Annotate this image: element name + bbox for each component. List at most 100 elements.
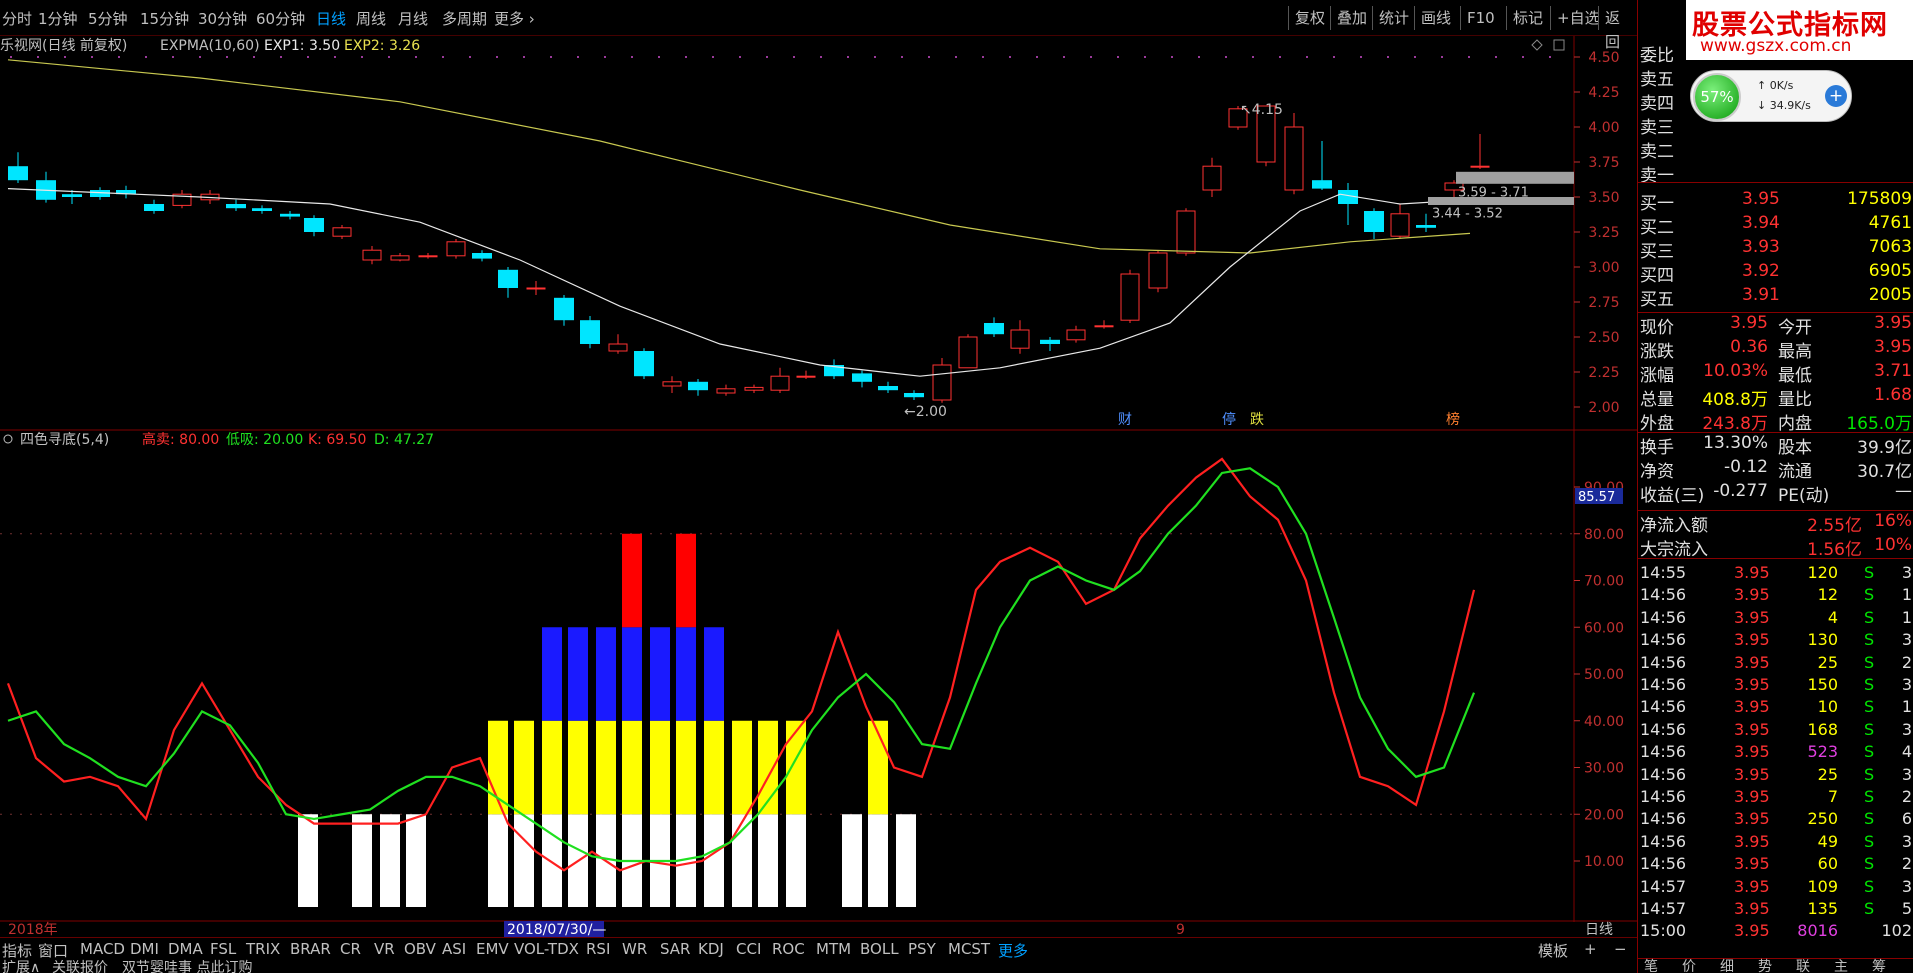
panel-tab-5[interactable]: 主 bbox=[1834, 956, 1848, 973]
tick-row: 14:56 3.95 7 S 2 bbox=[1638, 786, 1913, 810]
candlestick bbox=[1338, 183, 1358, 225]
tick-row: 14:56 3.95 130 S 3 bbox=[1638, 629, 1913, 653]
event-marker[interactable]: 跌 bbox=[1250, 412, 1264, 428]
diamond-icon[interactable] bbox=[1531, 39, 1543, 51]
toolbar-button-1[interactable]: 叠加 bbox=[1330, 6, 1373, 30]
panel-tab-2[interactable]: 细 bbox=[1720, 956, 1734, 973]
panel-tab-6[interactable]: 筹 bbox=[1872, 956, 1886, 973]
exp1-label: EXP1: 3.50 bbox=[264, 38, 340, 54]
candlestick bbox=[1040, 337, 1060, 351]
indicator-tab-2[interactable]: MACD bbox=[80, 940, 125, 958]
panel-tab-4[interactable]: 联 bbox=[1796, 956, 1810, 973]
buy-row: 买二 3.94 4761 bbox=[1638, 212, 1913, 238]
period-tab-1[interactable]: 1分钟 bbox=[38, 8, 78, 29]
indicator-tab-12[interactable]: EMV bbox=[476, 940, 509, 958]
toolbar-button-5[interactable]: 标记 bbox=[1506, 6, 1549, 30]
indicator-tab-13[interactable]: VOL-TDX bbox=[514, 940, 579, 958]
four-color-column bbox=[896, 814, 916, 907]
tick-side: S bbox=[1864, 675, 1875, 694]
indicator-tab-23[interactable]: MCST bbox=[948, 940, 990, 958]
four-color-column bbox=[298, 814, 318, 907]
tick-count: 3 bbox=[1901, 630, 1912, 650]
indicator-tab-7[interactable]: BRAR bbox=[290, 940, 331, 958]
toolbar-button-0[interactable]: 复权 bbox=[1288, 6, 1331, 30]
period-tab-3[interactable]: 15分钟 bbox=[140, 8, 189, 29]
period-tab-7[interactable]: 周线 bbox=[356, 8, 386, 29]
indicator-tab-11[interactable]: ASI bbox=[442, 940, 466, 958]
indicator-tab-6[interactable]: TRIX bbox=[246, 940, 280, 958]
indicator-tab-24[interactable]: 更多 bbox=[998, 940, 1028, 961]
quote-value: 243.8万 bbox=[1702, 414, 1768, 434]
collapse-icon[interactable] bbox=[3, 434, 13, 444]
candlestick bbox=[304, 215, 324, 237]
toolbar-button-7[interactable]: 返回 bbox=[1598, 6, 1637, 51]
tick-row: 15:00 3.95 8016 102 bbox=[1638, 920, 1913, 944]
period-label: 日线 bbox=[1585, 922, 1613, 937]
indicator-tab-9[interactable]: VR bbox=[374, 940, 395, 958]
candlestick bbox=[8, 152, 28, 183]
quote-value: 30.7亿 bbox=[1857, 462, 1912, 482]
sub-axis-label: 30.00 bbox=[1584, 761, 1624, 777]
period-tab-4[interactable]: 30分钟 bbox=[198, 8, 247, 29]
indicator-tab-18[interactable]: CCI bbox=[736, 940, 761, 958]
indicator-tab-8[interactable]: CR bbox=[340, 940, 361, 958]
network-speed-widget[interactable]: 57% ↑ 0K/s ↓ 34.9K/s + bbox=[1690, 70, 1852, 122]
period-tab-8[interactable]: 月线 bbox=[398, 8, 428, 29]
price-axis-label: 2.25 bbox=[1588, 365, 1619, 381]
panel-tab-0[interactable]: 笔 bbox=[1644, 956, 1658, 973]
indicator-tab-21[interactable]: BOLL bbox=[860, 940, 899, 958]
event-marker[interactable]: 榜 bbox=[1446, 411, 1460, 428]
indicator-tab-1[interactable]: 窗口 bbox=[38, 940, 68, 961]
quote-value: — bbox=[1895, 481, 1912, 501]
indicator-tab-4[interactable]: DMA bbox=[168, 940, 203, 958]
quote-value: 0.36 bbox=[1730, 337, 1768, 357]
period-tab-2[interactable]: 5分钟 bbox=[88, 8, 128, 29]
period-tab-9[interactable]: 多周期 bbox=[442, 8, 487, 29]
tick-time: 14:57 bbox=[1640, 899, 1687, 918]
tick-price: 3.95 bbox=[1734, 697, 1770, 717]
period-tab-0[interactable]: 分时 bbox=[2, 8, 32, 29]
candlestick bbox=[958, 334, 978, 369]
window-icon[interactable] bbox=[1553, 39, 1565, 51]
quote-label: 股本 bbox=[1778, 438, 1812, 458]
indicator-tab-20[interactable]: MTM bbox=[816, 940, 851, 958]
price-axis-label: 3.00 bbox=[1588, 260, 1619, 276]
toolbar-button-2[interactable]: 统计 bbox=[1372, 6, 1415, 30]
indicator-tab-19[interactable]: ROC bbox=[772, 940, 805, 958]
candlestick bbox=[796, 370, 816, 379]
chart-area[interactable]: 乐视网(日线 前复权) EXPMA(10,60) EXP1: 3.50 EXP2… bbox=[0, 36, 1637, 937]
tabs-right-1[interactable]: + bbox=[1584, 940, 1597, 958]
indicator-tab-3[interactable]: DMI bbox=[130, 940, 159, 958]
current-value-text: 85.57 bbox=[1578, 490, 1615, 505]
indicator-tab-22[interactable]: PSY bbox=[908, 940, 936, 958]
buy-row: 买四 3.92 6905 bbox=[1638, 260, 1913, 286]
indicator-tab-5[interactable]: FSL bbox=[210, 940, 236, 958]
four-color-column bbox=[758, 720, 778, 907]
indicator-tab-16[interactable]: SAR bbox=[660, 940, 690, 958]
plus-icon[interactable]: + bbox=[1825, 85, 1847, 107]
indicator-tab-0[interactable]: 指标 bbox=[2, 940, 32, 961]
indicator-tab-14[interactable]: RSI bbox=[586, 940, 610, 958]
candlestick bbox=[716, 384, 736, 396]
event-marker[interactable]: 财 bbox=[1118, 412, 1132, 428]
toolbar-button-4[interactable]: F10 bbox=[1460, 6, 1501, 30]
tick-row: 14:56 3.95 60 S 2 bbox=[1638, 853, 1913, 877]
tick-price: 3.95 bbox=[1734, 607, 1770, 627]
panel-tab-3[interactable]: 势 bbox=[1758, 956, 1772, 973]
toolbar-button-3[interactable]: 画线 bbox=[1414, 6, 1457, 30]
period-tab-10[interactable]: 更多 › bbox=[494, 8, 535, 29]
panel-tab-1[interactable]: 价 bbox=[1682, 956, 1696, 973]
event-marker[interactable]: 停 bbox=[1222, 411, 1236, 428]
tabs-right-0[interactable]: 模板 bbox=[1538, 940, 1568, 961]
four-color-column bbox=[676, 533, 696, 907]
candlestick bbox=[932, 358, 952, 403]
flow-row: 大宗流入 1.56亿 10% bbox=[1638, 534, 1913, 560]
tick-volume: 150 bbox=[1807, 675, 1838, 694]
indicator-tab-17[interactable]: KDJ bbox=[698, 940, 724, 958]
indicator-tab-15[interactable]: WR bbox=[622, 940, 647, 958]
period-tab-6[interactable]: 日线 bbox=[316, 8, 346, 29]
period-tab-5[interactable]: 60分钟 bbox=[256, 8, 305, 29]
tabs-right-2[interactable]: − bbox=[1614, 940, 1627, 958]
indicator-tab-10[interactable]: OBV bbox=[404, 940, 436, 958]
tick-time: 14:56 bbox=[1640, 787, 1687, 806]
